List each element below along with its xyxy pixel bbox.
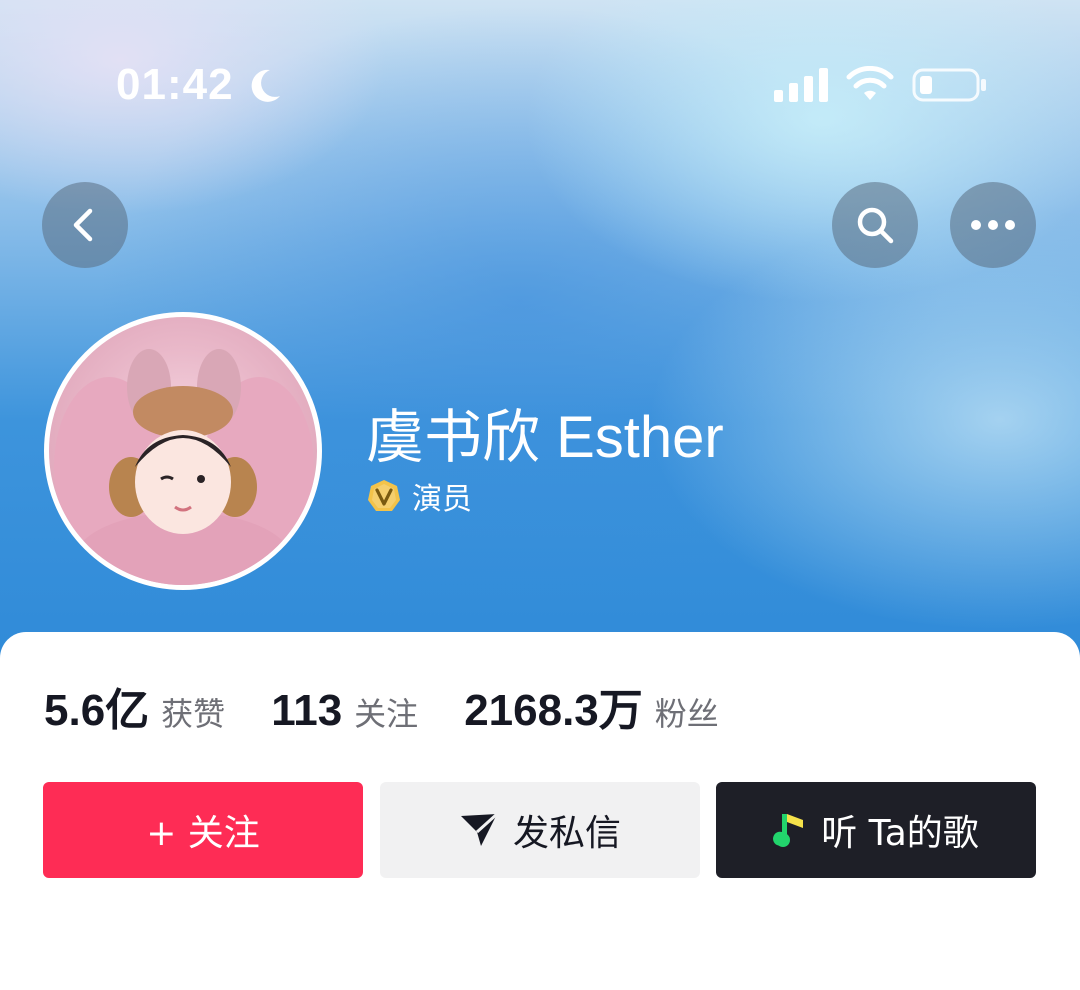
verification-label: 演员: [412, 482, 472, 517]
send-message-label: 发私信: [512, 813, 621, 854]
verified-v-icon: [368, 480, 400, 511]
stat-following-value: 113: [271, 686, 343, 735]
back-icon: [73, 208, 93, 242]
search-button[interactable]: [832, 182, 918, 268]
stat-following-label: 关注: [354, 695, 419, 733]
stat-likes-label: 获赞: [161, 695, 226, 733]
signal-icon: [774, 68, 828, 102]
stat-likes[interactable]: 5.6亿 获赞: [44, 674, 225, 738]
verification-row: 演员: [366, 474, 472, 518]
status-bar: 01:42: [0, 0, 1080, 170]
avatar-image: [54, 349, 314, 585]
profile-header-background: 01:42 虞书欣 Esther 演员: [0, 0, 1080, 680]
stat-likes-value: 5.6亿: [44, 686, 150, 735]
stats-row: 5.6亿 获赞 113 关注 2168.3万 粉丝: [44, 674, 765, 738]
profile-name: 虞书欣 Esther: [366, 405, 724, 470]
stat-followers-value: 2168.3万: [464, 686, 643, 735]
moon-icon: [251, 69, 280, 102]
battery-icon: [912, 68, 986, 102]
avatar[interactable]: [44, 312, 322, 590]
music-note-icon: [773, 814, 804, 847]
send-icon: [460, 812, 498, 846]
stat-followers-label: 粉丝: [654, 695, 719, 733]
more-icon: [971, 220, 1015, 230]
stat-following[interactable]: 113 关注: [271, 686, 418, 736]
more-button[interactable]: [950, 182, 1036, 268]
search-icon: [857, 207, 894, 244]
back-button[interactable]: [42, 182, 128, 268]
listen-music-button[interactable]: 听 Ta的歌: [716, 782, 1036, 878]
send-message-button[interactable]: 发私信: [380, 782, 700, 878]
follow-button[interactable]: + 关注: [43, 782, 363, 878]
status-time: 01:42: [116, 60, 234, 109]
wifi-icon: [846, 66, 894, 100]
listen-music-label: 听 Ta的歌: [821, 813, 979, 854]
stat-followers[interactable]: 2168.3万 粉丝: [464, 674, 719, 738]
follow-button-label: + 关注: [146, 813, 260, 854]
